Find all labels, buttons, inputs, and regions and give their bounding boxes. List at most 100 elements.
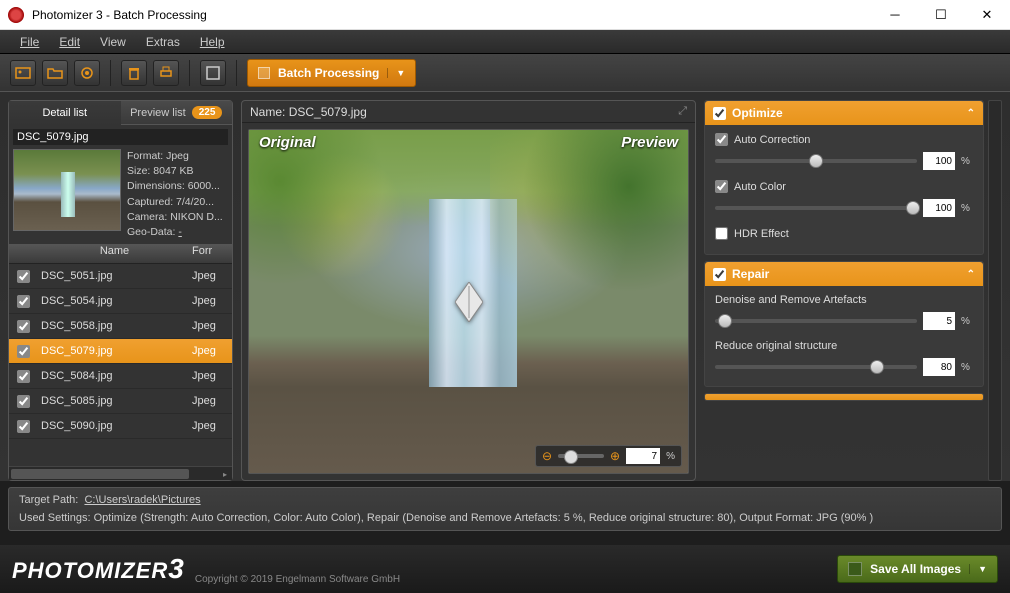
target-path-link[interactable]: C:\Users\radek\Pictures — [84, 494, 200, 506]
save-icon — [848, 562, 862, 576]
file-format: Jpeg — [192, 370, 232, 382]
file-list-header: Name Forr — [9, 244, 232, 264]
print-button[interactable] — [153, 60, 179, 86]
auto-color-option[interactable]: Auto Color — [715, 180, 973, 193]
delete-button[interactable] — [121, 60, 147, 86]
toolbar: Batch Processing ▼ — [0, 54, 1010, 92]
file-row[interactable]: DSC_5084.jpgJpeg — [9, 364, 232, 389]
scan-button[interactable] — [74, 60, 100, 86]
file-checkbox[interactable] — [17, 345, 30, 358]
open-image-button[interactable] — [10, 60, 36, 86]
open-folder-button[interactable] — [42, 60, 68, 86]
file-row[interactable]: DSC_5085.jpgJpeg — [9, 389, 232, 414]
app-logo: PHOTOMIZER3 — [12, 553, 185, 585]
mode-batch-button[interactable]: Batch Processing ▼ — [247, 59, 416, 87]
menu-edit[interactable]: Edit — [49, 32, 90, 52]
reduce-value[interactable]: 80 — [923, 358, 955, 376]
expand-icon[interactable]: ⤢ — [678, 105, 687, 118]
maximize-button[interactable]: ☐ — [918, 0, 964, 30]
file-row[interactable]: DSC_5051.jpgJpeg — [9, 264, 232, 289]
auto-color-slider[interactable] — [715, 206, 917, 210]
close-button[interactable]: ✕ — [964, 0, 1010, 30]
denoise-slider[interactable] — [715, 319, 917, 323]
reduce-slider[interactable] — [715, 365, 917, 369]
file-checkbox[interactable] — [17, 395, 30, 408]
zoom-out-icon[interactable]: ⊖ — [542, 449, 552, 463]
count-badge: 225 — [192, 106, 223, 119]
auto-correction-option[interactable]: Auto Correction — [715, 133, 973, 146]
footer: PHOTOMIZER3 Copyright © 2019 Engelmann S… — [0, 545, 1010, 593]
menu-file[interactable]: File — [10, 32, 49, 52]
file-name: DSC_5079.jpg — [37, 345, 192, 357]
zoom-in-icon[interactable]: ⊕ — [610, 449, 620, 463]
tab-preview-list[interactable]: Preview list 225 — [121, 101, 233, 125]
preview-panel: Name: DSC_5079.jpg ⤢ Original Preview ⊖ … — [241, 100, 696, 481]
file-format: Jpeg — [192, 395, 232, 407]
hdr-option[interactable]: HDR Effect — [715, 227, 973, 240]
file-name: DSC_5090.jpg — [37, 420, 192, 432]
hdr-checkbox[interactable] — [715, 227, 728, 240]
menubar: File Edit View Extras Help — [0, 30, 1010, 54]
file-checkbox[interactable] — [17, 270, 30, 283]
file-checkbox[interactable] — [17, 370, 30, 383]
tab-detail-list[interactable]: Detail list — [9, 101, 121, 125]
repair-checkbox[interactable] — [713, 268, 726, 281]
horizontal-scrollbar[interactable]: ▸ — [9, 466, 232, 480]
mode-label: Batch Processing — [278, 66, 379, 80]
menu-help[interactable]: Help — [190, 32, 235, 52]
file-panel: Detail list Preview list 225 DSC_5079.jp… — [8, 100, 233, 481]
chevron-down-icon[interactable]: ▼ — [969, 564, 987, 574]
toolbar-divider — [189, 60, 190, 86]
optimize-checkbox[interactable] — [713, 107, 726, 120]
file-row[interactable]: DSC_5054.jpgJpeg — [9, 289, 232, 314]
split-handle[interactable] — [455, 282, 483, 322]
file-checkbox[interactable] — [17, 320, 30, 333]
window-titlebar: Photomizer 3 - Batch Processing ─ ☐ ✕ — [0, 0, 1010, 30]
menu-extras[interactable]: Extras — [136, 32, 190, 52]
denoise-value[interactable]: 5 — [923, 312, 955, 330]
file-name: DSC_5058.jpg — [37, 320, 192, 332]
file-row[interactable]: DSC_5090.jpgJpeg — [9, 414, 232, 439]
chevron-down-icon[interactable]: ▼ — [387, 68, 405, 78]
file-name: DSC_5085.jpg — [37, 395, 192, 407]
preview-header: Name: DSC_5079.jpg ⤢ — [242, 101, 695, 123]
optimize-header[interactable]: Optimize ⌃ — [705, 101, 983, 125]
file-name: DSC_5054.jpg — [37, 295, 192, 307]
image-compare-area[interactable]: Original Preview ⊖ ⊕ 7 % — [248, 129, 689, 474]
minimize-button[interactable]: ─ — [872, 0, 918, 30]
copyright-text: Copyright © 2019 Engelmann Software GmbH — [195, 574, 400, 585]
file-name: DSC_5051.jpg — [37, 270, 192, 282]
repair-header[interactable]: Repair ⌃ — [705, 262, 983, 286]
zoom-slider[interactable] — [558, 454, 604, 458]
reduce-label: Reduce original structure — [715, 340, 973, 352]
collapse-icon[interactable]: ⌃ — [967, 108, 975, 119]
file-format: Jpeg — [192, 320, 232, 332]
auto-correction-checkbox[interactable] — [715, 133, 728, 146]
file-row[interactable]: DSC_5058.jpgJpeg — [9, 314, 232, 339]
app-icon — [8, 7, 24, 23]
menu-view[interactable]: View — [90, 32, 136, 52]
optimize-panel: Optimize ⌃ Auto Correction 100 % — [704, 100, 984, 255]
file-row[interactable]: DSC_5079.jpgJpeg — [9, 339, 232, 364]
settings-panel: Optimize ⌃ Auto Correction 100 % — [704, 100, 984, 481]
file-checkbox[interactable] — [17, 420, 30, 433]
file-name: DSC_5084.jpg — [37, 370, 192, 382]
preview-label: Preview — [621, 134, 678, 151]
file-format: Jpeg — [192, 295, 232, 307]
collapsed-panel[interactable] — [704, 393, 984, 401]
fullscreen-button[interactable] — [200, 60, 226, 86]
auto-correction-value[interactable]: 100 — [923, 152, 955, 170]
save-all-button[interactable]: Save All Images ▼ — [837, 555, 998, 583]
toolbar-divider — [236, 60, 237, 86]
auto-correction-slider[interactable] — [715, 159, 917, 163]
file-checkbox[interactable] — [17, 295, 30, 308]
selected-file-name: DSC_5079.jpg — [13, 129, 228, 145]
toolbar-divider — [110, 60, 111, 86]
auto-color-checkbox[interactable] — [715, 180, 728, 193]
auto-color-value[interactable]: 100 — [923, 199, 955, 217]
repair-panel: Repair ⌃ Denoise and Remove Artefacts 5 … — [704, 261, 984, 387]
original-label: Original — [259, 134, 316, 151]
vertical-scrollbar[interactable] — [988, 100, 1002, 481]
zoom-value[interactable]: 7 — [626, 448, 660, 464]
collapse-icon[interactable]: ⌃ — [967, 269, 975, 280]
